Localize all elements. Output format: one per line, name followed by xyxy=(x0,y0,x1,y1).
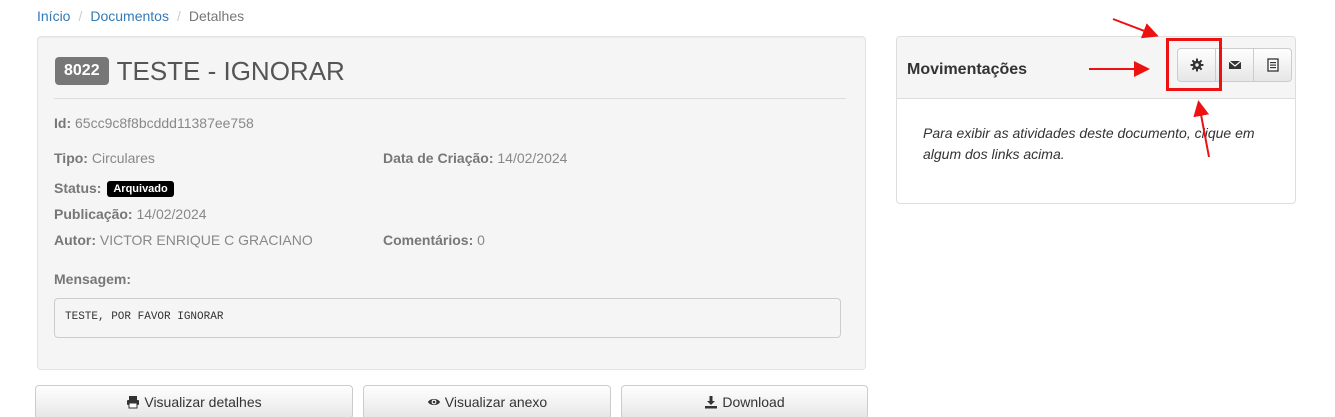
list-icon xyxy=(1266,58,1279,72)
download-button[interactable]: Download xyxy=(621,385,868,417)
author-field: Autor: VICTOR ENRIQUE C GRACIANO xyxy=(54,232,313,248)
document-header: 8022 TESTE - IGNORAR xyxy=(55,56,345,86)
published-field: Publicação: 14/02/2024 xyxy=(54,206,207,222)
movements-header: Movimentações xyxy=(897,37,1295,99)
breadcrumb: Início / Documentos / Detalhes xyxy=(37,8,244,24)
id-label: Id: xyxy=(54,115,72,131)
view-details-button[interactable]: Visualizar detalhes xyxy=(35,385,353,417)
id-value: 65cc9c8f8bcddd11387ee758 xyxy=(75,115,254,131)
author-value: VICTOR ENRIQUE C GRACIANO xyxy=(99,232,313,248)
document-number-badge: 8022 xyxy=(55,57,109,85)
created-value: 14/02/2024 xyxy=(497,150,568,166)
message-field: Mensagem: xyxy=(54,271,131,287)
type-value: Circulares xyxy=(91,150,155,166)
status-label: Status: xyxy=(54,180,102,196)
eye-icon xyxy=(427,399,440,405)
type-label: Tipo: xyxy=(54,150,88,166)
breadcrumb-separator: / xyxy=(176,8,181,24)
message-label: Mensagem: xyxy=(54,271,132,287)
header-divider xyxy=(54,98,846,99)
download-icon xyxy=(705,396,718,409)
envelope-icon xyxy=(1228,60,1241,69)
list-button[interactable] xyxy=(1253,48,1292,82)
comments-value: 0 xyxy=(477,232,485,248)
created-field: Data de Criação: 14/02/2024 xyxy=(383,150,567,166)
author-label: Autor: xyxy=(54,232,96,248)
annotation-arrow xyxy=(1112,18,1159,39)
breadcrumb-separator: / xyxy=(78,8,83,24)
type-field: Tipo: Circulares xyxy=(54,150,155,166)
movements-hint: Para exibir as atividades deste document… xyxy=(923,125,1255,162)
breadcrumb-home-link[interactable]: Início xyxy=(37,8,70,24)
annotation-highlight-box xyxy=(1166,38,1222,91)
message-box: TESTE, POR FAVOR IGNORAR xyxy=(54,298,841,338)
download-label: Download xyxy=(722,394,785,410)
breadcrumb-documents-link[interactable]: Documentos xyxy=(90,8,169,24)
created-label: Data de Criação: xyxy=(383,150,494,166)
print-icon xyxy=(127,396,140,409)
published-value: 14/02/2024 xyxy=(136,206,207,222)
view-attachment-button[interactable]: Visualizar anexo xyxy=(363,385,611,417)
id-field: Id: 65cc9c8f8bcddd11387ee758 xyxy=(54,115,254,131)
status-badge: Arquivado xyxy=(107,181,174,197)
comments-field: Comentários: 0 xyxy=(383,232,485,248)
document-details-panel: 8022 TESTE - IGNORAR Id: 65cc9c8f8bcddd1… xyxy=(37,36,866,370)
document-title: TESTE - IGNORAR xyxy=(116,56,345,86)
movements-panel: Movimentações Para exibir as atividades … xyxy=(896,36,1296,204)
status-field: Status: Arquivado xyxy=(54,180,174,197)
view-details-label: Visualizar detalhes xyxy=(144,394,262,410)
comments-label: Comentários: xyxy=(383,232,474,248)
movements-title: Movimentações xyxy=(907,61,1028,78)
breadcrumb-current: Detalhes xyxy=(188,8,245,24)
view-attachment-label: Visualizar anexo xyxy=(444,394,548,410)
published-label: Publicação: xyxy=(54,206,133,222)
